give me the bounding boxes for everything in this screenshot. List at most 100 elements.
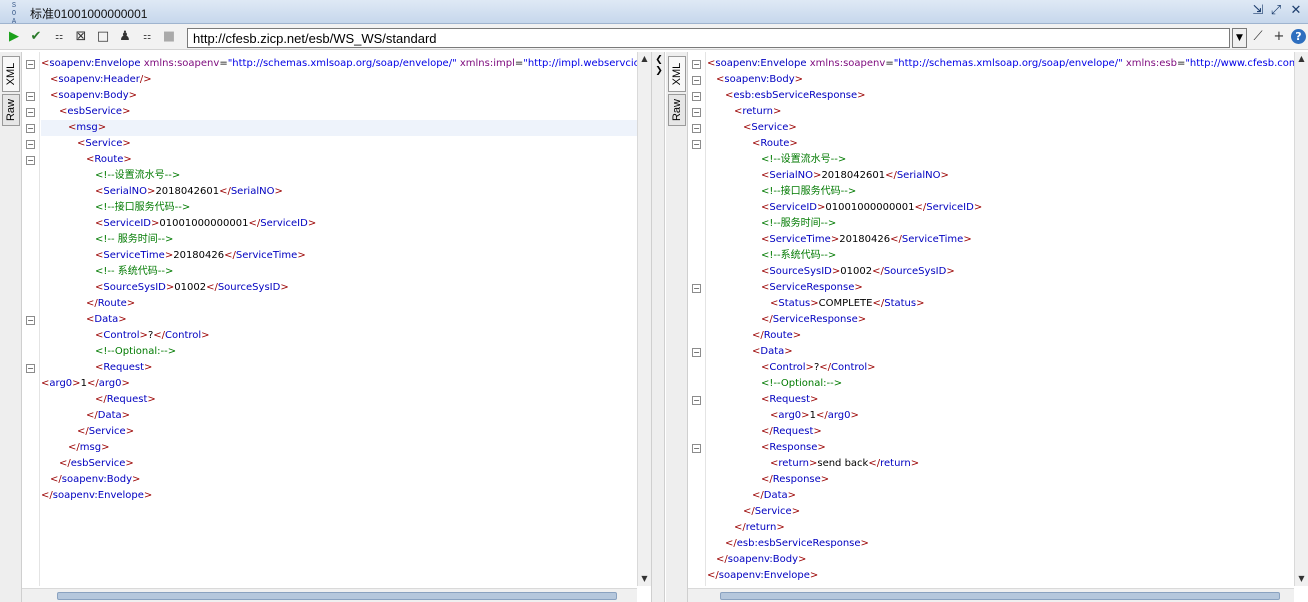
- xml-token: </: [725, 538, 737, 549]
- xml-token: =: [219, 58, 228, 69]
- restore-icon[interactable]: ⇲: [1250, 3, 1266, 19]
- user-icon[interactable]: ♟: [117, 28, 133, 46]
- dropdown-icon[interactable]: ▼: [1232, 28, 1247, 48]
- fold-toggle-icon[interactable]: −: [692, 92, 701, 101]
- xml-token: </: [752, 330, 764, 341]
- xml-token: >: [123, 154, 132, 165]
- xml-line: </soapenv:Body>: [707, 552, 1294, 568]
- fold-toggle-icon[interactable]: −: [26, 156, 35, 165]
- xml-token: SerialNO: [769, 170, 814, 181]
- fold-toggle-icon[interactable]: −: [26, 108, 35, 117]
- response-xml[interactable]: <soapenv:Envelope xmlns:soapenv="http://…: [707, 56, 1294, 584]
- stop-icon[interactable]: □: [95, 28, 111, 46]
- fold-toggle-icon[interactable]: −: [26, 124, 35, 133]
- xml-token: <!--系统代码-->: [761, 250, 837, 261]
- fold-toggle-icon[interactable]: −: [692, 76, 701, 85]
- scroll-down-icon[interactable]: ▼: [638, 572, 651, 586]
- soap2-icon[interactable]: ⚏: [139, 28, 155, 46]
- scroll-up-icon[interactable]: ▲: [638, 52, 651, 66]
- xml-token: ServiceID: [769, 202, 817, 213]
- xml-line: <Request>: [41, 360, 637, 376]
- response-horizontal-scrollbar[interactable]: [688, 588, 1294, 602]
- fold-toggle-icon[interactable]: −: [692, 124, 701, 133]
- xml-token: 01002: [174, 282, 207, 293]
- xml-token: >: [772, 106, 782, 117]
- check-icon[interactable]: ✔: [28, 28, 44, 46]
- xml-line: </soapenv:Envelope>: [41, 488, 637, 504]
- request-vertical-scrollbar[interactable]: ▲ ▼: [637, 52, 651, 586]
- add-icon[interactable]: +: [1271, 28, 1287, 46]
- fold-toggle-icon[interactable]: −: [692, 140, 701, 149]
- xml-token: Route: [94, 154, 124, 165]
- xml-token: >: [910, 458, 920, 469]
- xml-token: soapenv:Envelope: [49, 58, 141, 69]
- xml-token: xmlns:soapenv: [140, 58, 220, 69]
- xml-token: SourceSysID: [769, 266, 832, 277]
- xml-token: </: [86, 298, 98, 309]
- fold-toggle-icon[interactable]: −: [26, 316, 35, 325]
- xml-token: SerialNO: [896, 170, 941, 181]
- fold-toggle-icon[interactable]: −: [692, 284, 701, 293]
- xml-token: xmlns:esb: [1122, 58, 1177, 69]
- fold-toggle-icon[interactable]: −: [26, 92, 35, 101]
- xml-token: >: [126, 298, 136, 309]
- xml-token: soapenv:Envelope: [52, 490, 144, 501]
- response-vertical-scrollbar[interactable]: ▲ ▼: [1294, 52, 1308, 586]
- xml-token: <!--服务时间-->: [761, 218, 837, 229]
- scroll-down-icon[interactable]: ▼: [1295, 572, 1308, 586]
- xml-token: <!--设置流水号-->: [95, 170, 181, 181]
- xml-token: Route: [97, 298, 127, 309]
- fold-toggle-icon[interactable]: −: [692, 444, 701, 453]
- request-xml[interactable]: <soapenv:Envelope xmlns:soapenv="http://…: [41, 56, 637, 504]
- collapse-left-icon[interactable]: ❮: [653, 55, 665, 65]
- xml-line: <soapenv:Body>: [707, 72, 1294, 88]
- response-editor[interactable]: <soapenv:Envelope xmlns:soapenv="http://…: [688, 52, 1308, 602]
- scroll-up-icon[interactable]: ▲: [1295, 52, 1308, 66]
- xml-line: </Data>: [41, 408, 637, 424]
- xml-token: </: [77, 426, 89, 437]
- request-side-tabs: XML Raw: [0, 52, 22, 602]
- run-icon[interactable]: ▶: [6, 28, 22, 46]
- tab-xml-response[interactable]: XML: [668, 56, 686, 92]
- scroll-thumb[interactable]: [57, 592, 617, 600]
- fold-toggle-icon[interactable]: −: [692, 60, 701, 69]
- fold-toggle-icon[interactable]: −: [26, 140, 35, 149]
- tab-raw-request[interactable]: Raw: [2, 94, 20, 126]
- xml-token: >: [121, 410, 131, 421]
- panel-splitter[interactable]: ❮ ❯: [651, 52, 665, 602]
- maximize-icon[interactable]: ⤢: [1268, 3, 1284, 19]
- xml-token: </: [815, 410, 828, 421]
- xml-token: </: [248, 218, 261, 229]
- fold-toggle-icon[interactable]: −: [26, 60, 35, 69]
- xml-token: >: [147, 394, 156, 405]
- xml-token: esbService: [70, 458, 126, 469]
- xml-token: >: [857, 314, 867, 325]
- soap-icon[interactable]: ⚏: [51, 28, 67, 46]
- xml-token: >: [143, 490, 153, 501]
- request-editor[interactable]: <soapenv:Envelope xmlns:soapenv="http://…: [22, 52, 651, 602]
- scroll-thumb[interactable]: [720, 592, 1280, 600]
- help-icon[interactable]: ?: [1291, 29, 1306, 44]
- fold-toggle-icon[interactable]: −: [692, 348, 701, 357]
- fold-toggle-icon[interactable]: −: [26, 364, 35, 373]
- xml-token: SerialNO: [103, 186, 148, 197]
- xml-token: >: [813, 426, 822, 437]
- xml-line: <Route>: [41, 152, 637, 168]
- endpoint-url-field[interactable]: http://cfesb.zicp.net/esb/WS_WS/standard: [187, 28, 1230, 48]
- xml-token: >: [817, 442, 826, 453]
- tab-raw-response[interactable]: Raw: [668, 94, 686, 126]
- xml-token: </: [872, 266, 884, 277]
- xml-token: >: [122, 138, 131, 149]
- xml-token: >: [860, 538, 869, 549]
- fold-toggle-icon[interactable]: −: [692, 396, 701, 405]
- tab-xml-request[interactable]: XML: [2, 56, 20, 92]
- close-icon[interactable]: ✕: [1288, 3, 1304, 19]
- request-horizontal-scrollbar[interactable]: [22, 588, 637, 602]
- xml-token: </: [95, 394, 107, 405]
- frame-icon[interactable]: ⊠: [73, 28, 89, 46]
- xml-token: </: [752, 490, 764, 501]
- xml-line: </soapenv:Envelope>: [707, 568, 1294, 584]
- clear-icon[interactable]: ⟋: [1250, 28, 1266, 46]
- fold-toggle-icon[interactable]: −: [692, 108, 701, 117]
- collapse-right-icon[interactable]: ❯: [653, 66, 665, 76]
